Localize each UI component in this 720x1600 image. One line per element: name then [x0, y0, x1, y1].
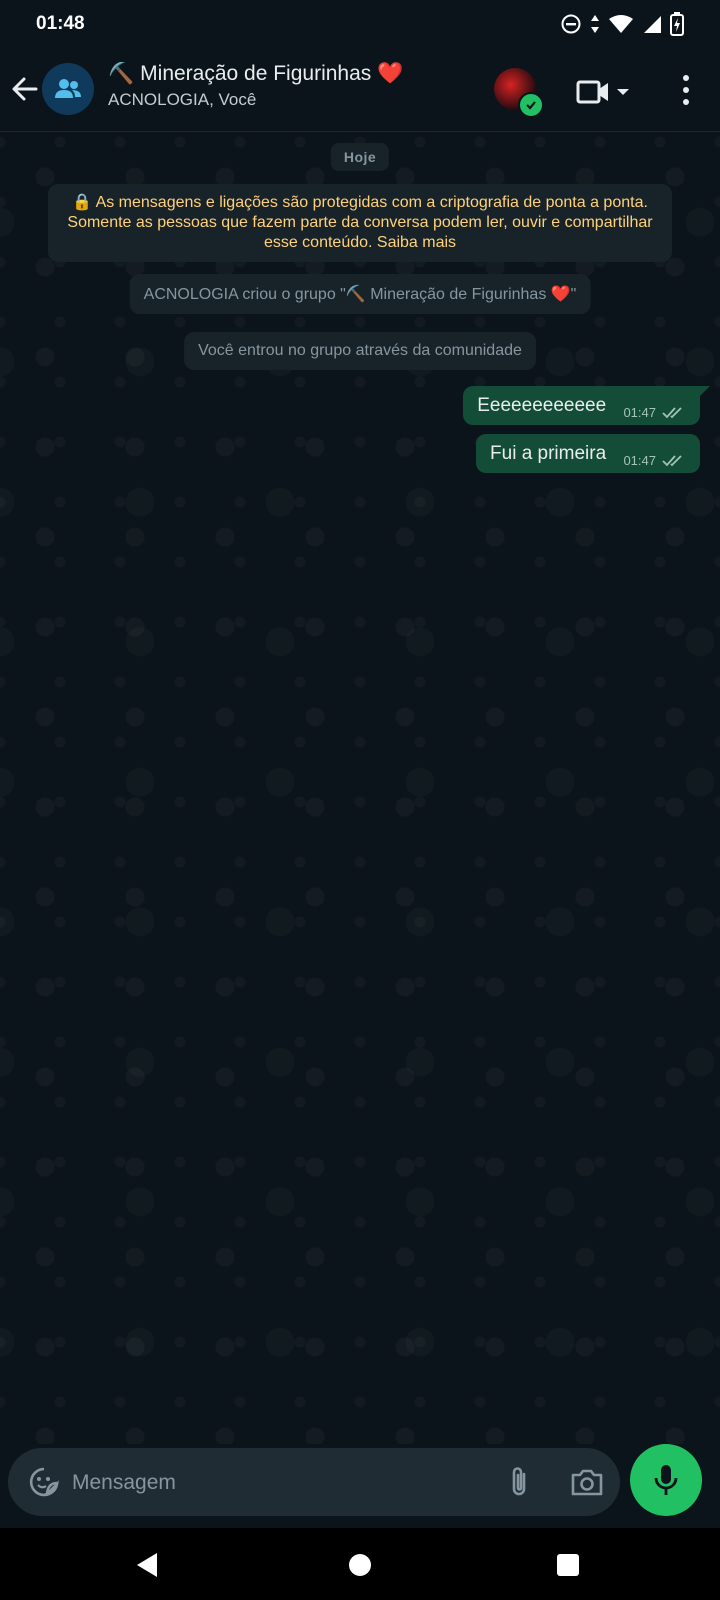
nav-back-icon[interactable] — [136, 1552, 158, 1578]
group-icon — [55, 79, 81, 98]
verified-badge — [518, 92, 544, 118]
message-text: Eeeeeeeeeeee — [477, 395, 607, 416]
arrow-left-icon — [12, 77, 38, 101]
camera-button[interactable] — [570, 1467, 604, 1497]
voice-message-button[interactable] — [630, 1444, 702, 1516]
chat-header: ⛏️ Mineração de Figurinhas ❤️ ACNOLOGIA,… — [0, 48, 720, 132]
outgoing-message[interactable]: Eeeeeeeeeeee 01:47 — [463, 386, 710, 425]
more-vert-icon-dot — [683, 75, 689, 81]
dnd-icon — [561, 14, 581, 34]
more-options-button[interactable] — [676, 72, 696, 108]
message-meta: 01:47 — [623, 453, 686, 468]
heart-emoji: ❤️ — [377, 62, 404, 85]
community-avatar[interactable] — [494, 68, 544, 118]
video-call-button[interactable] — [576, 75, 642, 109]
microphone-icon — [654, 1465, 678, 1495]
message-text: Fui a primeira — [490, 443, 607, 464]
pickaxe-emoji: ⛏️ — [108, 62, 135, 85]
encryption-notice[interactable]: 🔒 As mensagens e ligações são protegidas… — [48, 184, 672, 262]
status-icons — [560, 12, 684, 36]
chat-participants: ACNOLOGIA, Você — [108, 90, 257, 109]
date-chip: Hoje — [330, 143, 390, 171]
system-message-joined: Você entrou no grupo através da comunida… — [184, 332, 536, 370]
whatsapp-chat-screen: 01:48 ⛏️ Mineração de Figurinhas ❤️ ACNO… — [0, 0, 720, 1600]
battery-icon — [670, 12, 684, 36]
more-vert-icon-dot — [683, 87, 689, 93]
double-check-icon — [662, 454, 682, 466]
chat-title-text: Mineração de Figurinhas — [140, 62, 372, 85]
nav-recents-button[interactable] — [557, 1554, 579, 1576]
system-message-group-created: ACNOLOGIA criou o grupo "⛏️ Mineração de… — [129, 274, 591, 314]
message-time: 01:47 — [623, 405, 656, 420]
sticker-button[interactable] — [28, 1466, 60, 1498]
chat-title-area[interactable]: ⛏️ Mineração de Figurinhas ❤️ ACNOLOGIA,… — [108, 62, 488, 110]
attach-button[interactable] — [506, 1465, 532, 1499]
message-input[interactable] — [70, 1462, 494, 1504]
signal-icon — [644, 16, 661, 33]
outgoing-message[interactable]: Fui a primeira 01:47 — [476, 434, 700, 473]
message-composer — [0, 1444, 720, 1528]
chat-area[interactable]: Hoje 🔒 As mensagens e ligações são prote… — [0, 132, 720, 1444]
more-vert-icon-dot — [683, 99, 689, 105]
message-meta: 01:47 — [623, 405, 686, 420]
status-time: 01:48 — [36, 13, 85, 34]
double-check-icon — [662, 406, 682, 418]
group-avatar[interactable] — [42, 63, 94, 115]
sticker-icon — [29, 1467, 59, 1497]
message-time: 01:47 — [623, 453, 656, 468]
data-arrows-icon — [591, 15, 599, 33]
paperclip-icon — [512, 1467, 526, 1496]
chevron-down-icon — [617, 89, 629, 95]
check-icon — [526, 101, 536, 110]
system-nav-bar — [0, 1528, 720, 1600]
message-input-box — [8, 1448, 620, 1516]
status-bar: 01:48 — [0, 0, 720, 48]
nav-home-button[interactable] — [349, 1554, 371, 1576]
video-call-icon — [576, 80, 608, 104]
camera-icon — [571, 1469, 603, 1496]
chat-title: ⛏️ Mineração de Figurinhas ❤️ — [108, 62, 488, 86]
wifi-icon — [609, 15, 633, 33]
back-button[interactable] — [8, 72, 42, 106]
